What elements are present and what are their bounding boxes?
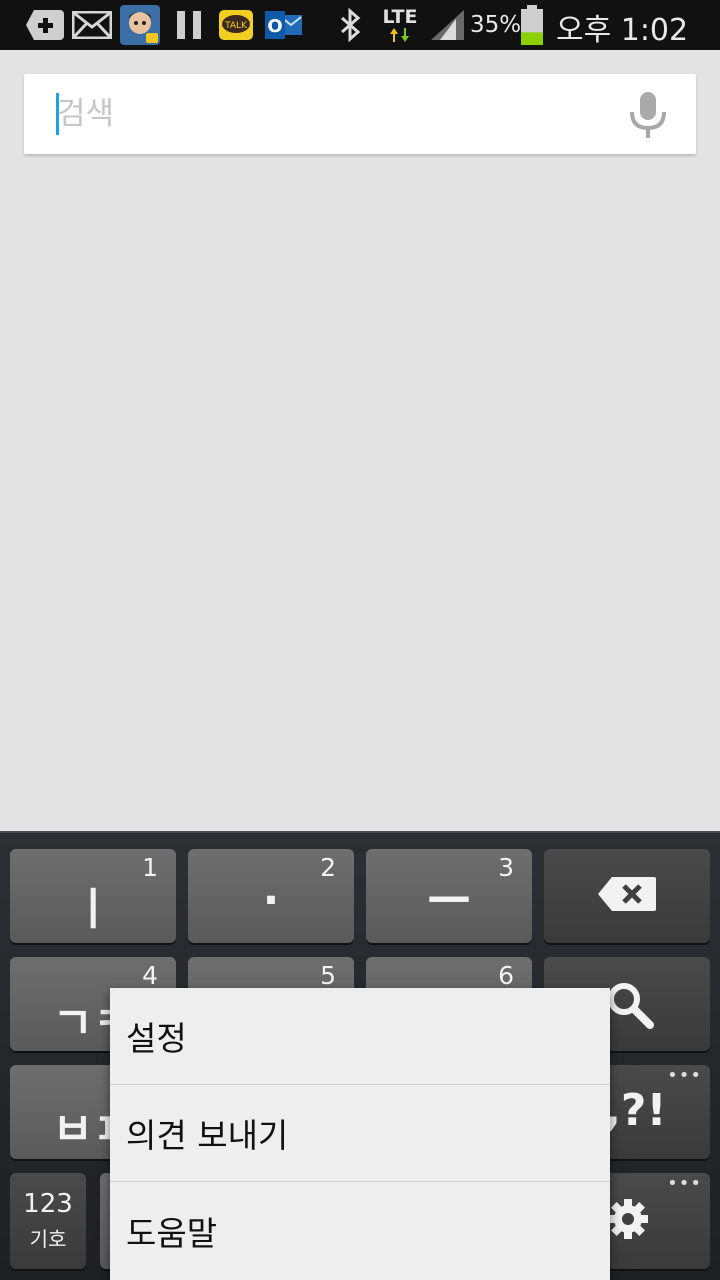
menu-item-settings[interactable]: 설정	[110, 988, 610, 1085]
key-label: —	[427, 871, 471, 922]
clock: 오후 1:02	[556, 13, 689, 48]
screen: TALK O LTE 35% 오후 1:02 1 ㅣ	[0, 0, 720, 1280]
key-3[interactable]: 3 —	[366, 849, 532, 943]
key-number: 6	[498, 961, 514, 990]
search-bar	[24, 74, 696, 154]
microphone-icon[interactable]	[628, 90, 668, 140]
keyboard-options-menu: 설정 의견 보내기 도움말	[110, 988, 610, 1280]
more-indicator: •••	[667, 1173, 702, 1194]
mail-icon	[72, 8, 112, 42]
svg-text:O: O	[267, 16, 282, 37]
svg-text:TALK: TALK	[224, 21, 248, 31]
signal-icon	[430, 8, 466, 42]
menu-item-feedback[interactable]: 의견 보내기	[110, 1085, 610, 1182]
backspace-icon	[598, 877, 656, 911]
key-label: ·	[262, 875, 280, 926]
kakaotalk-icon: TALK	[218, 8, 254, 42]
bluetooth-icon	[336, 8, 366, 42]
key-1[interactable]: 1 ㅣ	[10, 849, 176, 943]
search-input[interactable]	[57, 92, 617, 136]
game-avatar-icon	[120, 5, 160, 45]
battery-icon	[520, 4, 544, 46]
battery-percent: 35%	[470, 12, 522, 38]
outlook-icon: O	[264, 8, 304, 42]
key-sublabel: 기호	[29, 1227, 67, 1251]
status-bar: TALK O LTE 35% 오후 1:02	[0, 0, 720, 50]
key-2[interactable]: 2 ·	[188, 849, 354, 943]
search-icon	[608, 983, 654, 1029]
settings-icon	[608, 1199, 648, 1239]
pause-icon	[175, 8, 205, 42]
key-number: 5	[320, 961, 336, 990]
symbols-key[interactable]: 123 기호	[10, 1173, 86, 1269]
key-label: ㅣ	[72, 884, 114, 935]
menu-item-help[interactable]: 도움말	[110, 1182, 610, 1279]
add-notification-icon	[26, 8, 64, 42]
key-label: 123	[23, 1189, 73, 1219]
more-indicator: •••	[667, 1065, 702, 1086]
lte-icon: LTE	[380, 4, 420, 46]
key-number: 4	[142, 961, 158, 990]
backspace-key[interactable]	[544, 849, 710, 943]
